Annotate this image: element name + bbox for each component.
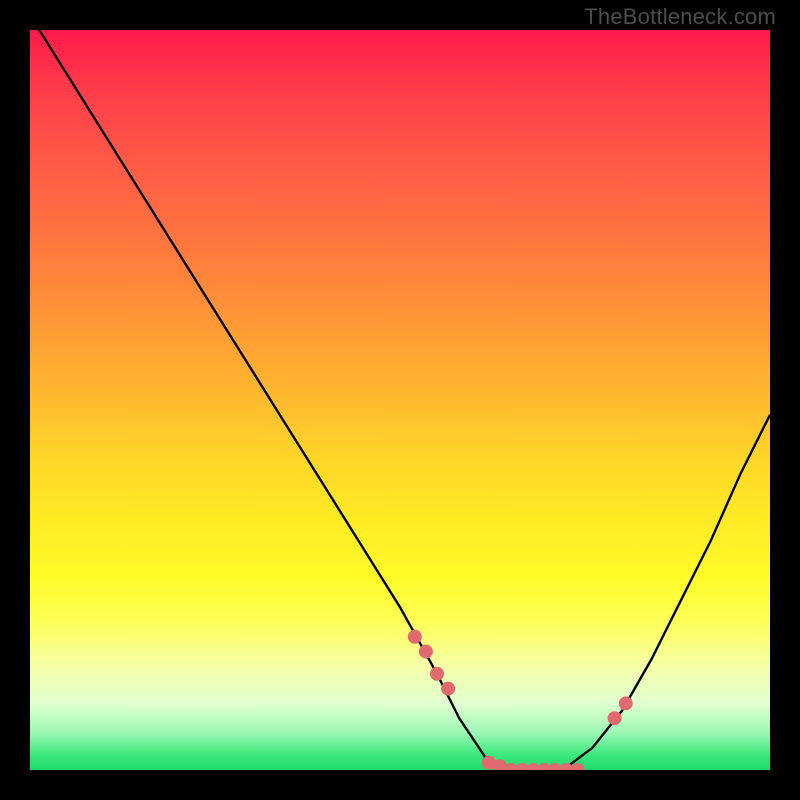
curve-layer bbox=[30, 30, 770, 770]
plot-area bbox=[30, 30, 770, 770]
curve-path bbox=[30, 30, 770, 770]
highlight-point bbox=[441, 682, 455, 696]
watermark-text: TheBottleneck.com bbox=[584, 4, 776, 30]
highlight-point bbox=[419, 645, 433, 659]
bottleneck-curve bbox=[30, 30, 770, 770]
highlight-point bbox=[619, 696, 633, 710]
highlight-points bbox=[408, 630, 633, 770]
highlight-point bbox=[430, 667, 444, 681]
chart-stage: TheBottleneck.com bbox=[0, 0, 800, 800]
highlight-point bbox=[608, 711, 622, 725]
highlight-point bbox=[408, 630, 422, 644]
